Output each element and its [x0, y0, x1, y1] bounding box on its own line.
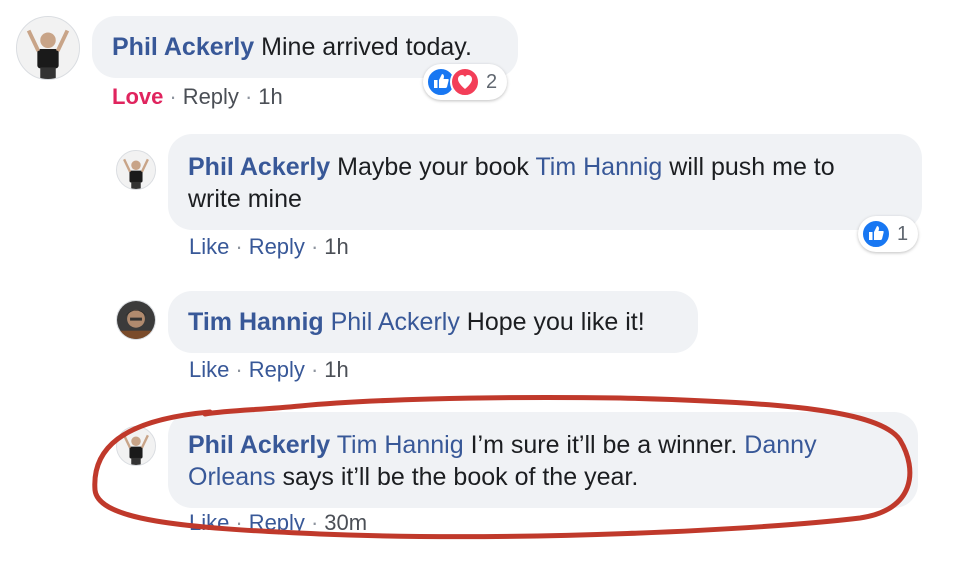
timestamp[interactable]: 1h — [324, 234, 348, 259]
avatar[interactable] — [16, 16, 80, 80]
separator: · — [310, 234, 319, 259]
comment-text: Mine arrived today. — [261, 33, 472, 61]
reply-link[interactable]: Reply — [249, 357, 305, 382]
reaction-count: 1 — [897, 222, 909, 245]
timestamp[interactable]: 1h — [324, 357, 348, 382]
timestamp[interactable]: 1h — [258, 84, 282, 109]
mention-link[interactable]: Phil Ackerly — [331, 308, 460, 336]
comment-text: I’m sure it’ll be a winner. — [470, 431, 738, 459]
mention-link[interactable]: Tim Hannig — [337, 431, 464, 459]
mention-link[interactable]: Orleans — [188, 463, 276, 491]
comment-bubble: Phil Ackerly Tim Hannig I’m sure it’ll b… — [168, 412, 918, 508]
comment-text: Maybe your book — [337, 153, 529, 181]
separator: · — [310, 510, 319, 535]
reaction-summary[interactable]: 2 — [423, 64, 508, 100]
love-icon — [450, 67, 480, 97]
comment-author[interactable]: Tim Hannig — [188, 308, 324, 336]
love-reaction-link[interactable]: Love — [112, 84, 163, 109]
comment-actions: Like · Reply · 1h — [189, 234, 349, 260]
comment-text: Hope you like it! — [466, 308, 645, 336]
comment-bubble: Phil Ackerly Maybe your book Tim Hannig … — [168, 134, 922, 230]
separator: · — [235, 510, 243, 535]
comment-actions: Like · Reply · 30m — [189, 510, 367, 536]
comment-author[interactable]: Phil Ackerly — [188, 153, 330, 181]
separator: · — [235, 357, 243, 382]
reaction-summary[interactable]: 1 — [858, 216, 919, 252]
separator: · — [169, 84, 177, 109]
avatar[interactable] — [116, 426, 156, 466]
comment-author[interactable]: Phil Ackerly — [188, 431, 330, 459]
comment-author[interactable]: Phil Ackerly — [112, 33, 254, 61]
reaction-count: 2 — [486, 70, 498, 93]
reply-link[interactable]: Reply — [249, 510, 305, 535]
like-link[interactable]: Like — [189, 510, 229, 535]
comment-actions: Love · Reply · 1h — [112, 84, 283, 110]
mention-link[interactable]: Danny — [744, 431, 816, 459]
comment-actions: Like · Reply · 1h — [189, 357, 349, 383]
reply-link[interactable]: Reply — [183, 84, 239, 109]
avatar[interactable] — [116, 300, 156, 340]
comment-text: write mine — [188, 185, 302, 213]
reply-link[interactable]: Reply — [249, 234, 305, 259]
comment-text: will push me to — [669, 153, 835, 181]
mention-link[interactable]: Tim Hannig — [535, 153, 662, 181]
comment-text: says it’ll be the book of the year. — [282, 463, 639, 491]
separator: · — [244, 84, 253, 109]
separator: · — [235, 234, 243, 259]
comment-bubble: Tim Hannig Phil Ackerly Hope you like it… — [168, 291, 698, 353]
like-link[interactable]: Like — [189, 234, 229, 259]
timestamp[interactable]: 30m — [324, 510, 367, 535]
avatar[interactable] — [116, 150, 156, 190]
like-link[interactable]: Like — [189, 357, 229, 382]
separator: · — [310, 357, 319, 382]
like-icon — [861, 219, 891, 249]
